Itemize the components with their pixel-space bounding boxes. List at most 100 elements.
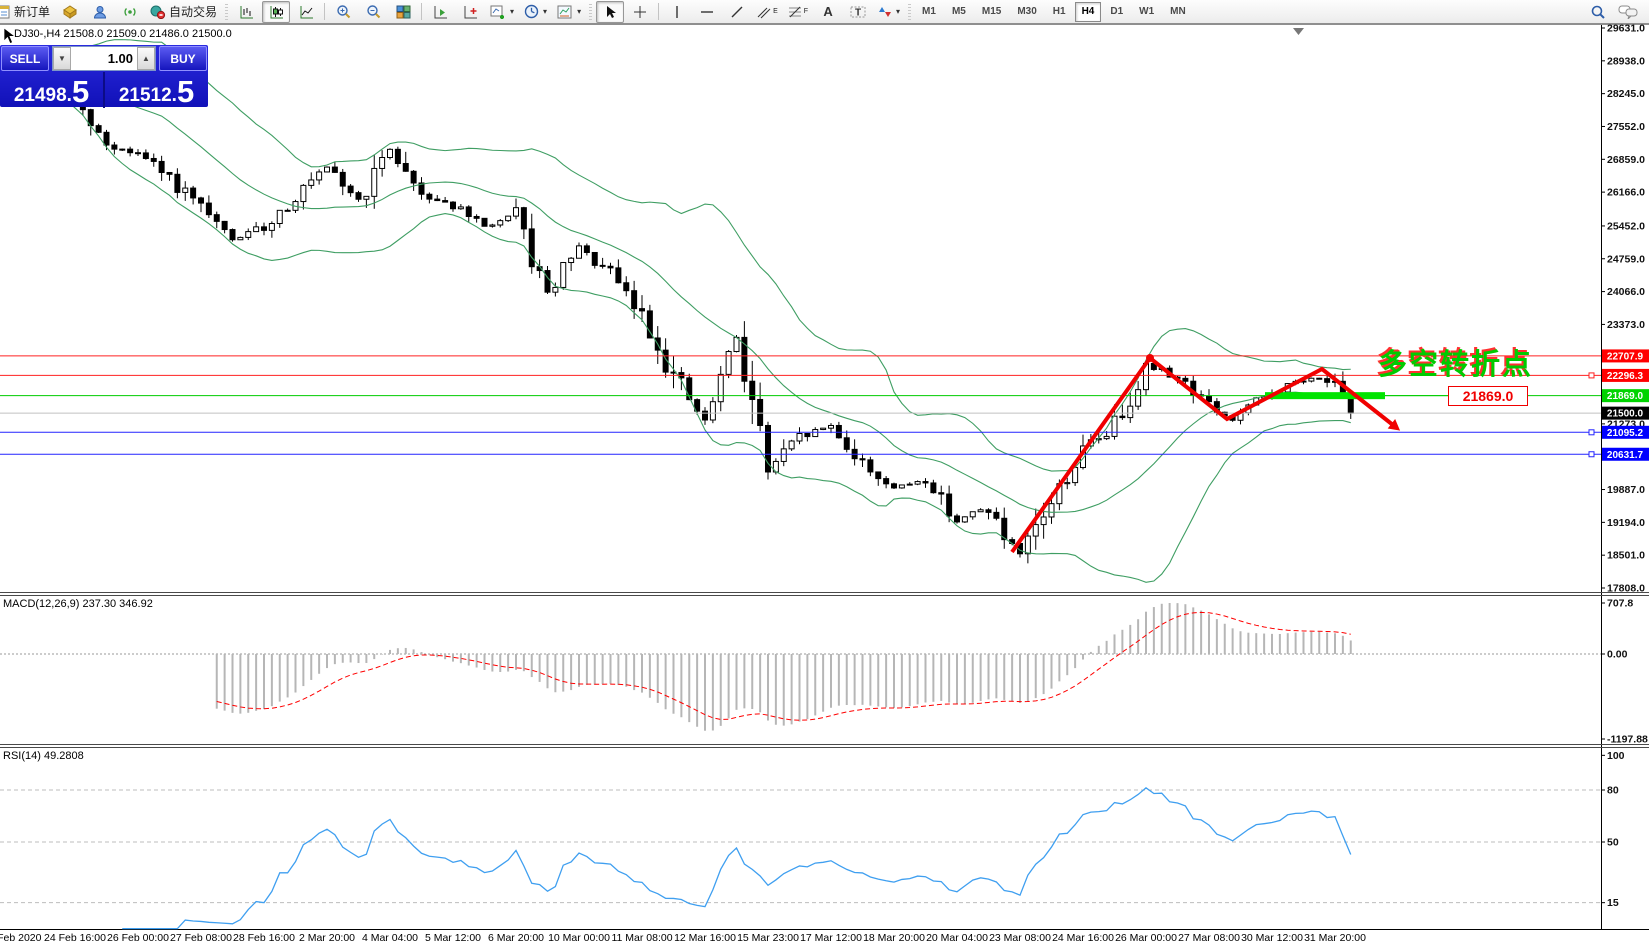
new-chart-button[interactable]: ▾ (486, 1, 518, 23)
rsi-axis-label: 15 (1607, 897, 1619, 909)
new-order-button[interactable]: 新订单 (0, 1, 54, 23)
zoom-out-button[interactable] (359, 1, 387, 23)
scroll-to-end-button[interactable] (426, 1, 454, 23)
candle (482, 218, 487, 226)
chart-symbol-ohlc-label: DJ30-,H4 21508.0 21509.0 21486.0 21500.0 (14, 28, 232, 40)
zigzag-annotation[interactable] (1012, 358, 1393, 552)
bar-chart-button[interactable] (232, 1, 260, 23)
timeframe-d1[interactable]: D1 (1103, 2, 1130, 22)
zoom-in-button[interactable] (329, 1, 357, 23)
time-axis-label: 11 Mar 08:00 (611, 932, 672, 944)
time-axis-label: 23 Mar 08:00 (989, 932, 1051, 944)
signals-icon (122, 5, 138, 19)
accounts-button[interactable] (86, 1, 114, 23)
line-handle[interactable] (1589, 373, 1594, 378)
tile-windows-button[interactable] (389, 1, 417, 23)
vertical-line-button[interactable] (663, 1, 691, 23)
fibonacci-button[interactable]: F (784, 1, 812, 23)
candle (758, 399, 763, 425)
timeframe-m1[interactable]: M1 (915, 2, 943, 22)
chat-button[interactable] (1614, 1, 1642, 23)
toolbar-separator (658, 3, 659, 20)
line-chart-button[interactable] (292, 1, 320, 23)
timeframe-m30[interactable]: M30 (1010, 2, 1043, 22)
candle (710, 402, 715, 420)
candle (1049, 504, 1054, 517)
candle (364, 196, 369, 199)
candle (1033, 525, 1038, 536)
crosshair-button[interactable] (626, 1, 654, 23)
sell-price[interactable]: 21498.5 (0, 72, 105, 108)
time-axis-label: 15 Mar 23:00 (737, 932, 799, 944)
candlestick-chart-button[interactable] (262, 1, 290, 23)
candle (592, 252, 597, 265)
zoom-in-icon (336, 4, 351, 19)
auto-trading-button[interactable]: 自动交易 (146, 1, 221, 23)
candle (868, 460, 873, 472)
candle (159, 161, 164, 172)
timeframe-h4[interactable]: H4 (1075, 2, 1102, 22)
channel-button[interactable]: E (753, 1, 782, 23)
timeframe-mn[interactable]: MN (1163, 2, 1193, 22)
price-tag-label: 20631.7 (1607, 450, 1644, 461)
time-axis-label: 24 Mar 16:00 (1052, 932, 1114, 944)
line-handle[interactable] (1589, 452, 1594, 457)
templates-button[interactable]: ▾ (553, 1, 585, 23)
history-icon (62, 5, 78, 19)
volume-decrease-button[interactable]: ▼ (53, 47, 71, 70)
new-chart-icon (490, 5, 506, 19)
timeframe-m5[interactable]: M5 (945, 2, 973, 22)
candle (899, 485, 904, 488)
chart-shift-button[interactable] (456, 1, 484, 23)
candle (1183, 378, 1188, 381)
candle (994, 512, 999, 518)
volume-increase-button[interactable]: ▲ (137, 47, 155, 70)
candle (380, 158, 385, 169)
periods-button[interactable]: ▾ (520, 1, 551, 23)
candle (143, 153, 148, 159)
candle (96, 126, 101, 133)
text-button[interactable]: A (814, 1, 842, 23)
candle (640, 309, 645, 311)
history-button[interactable] (56, 1, 84, 23)
candle (577, 246, 582, 258)
rsi-axis-label: 80 (1607, 785, 1619, 797)
candle (277, 210, 282, 223)
candle (1120, 416, 1125, 417)
signals-button[interactable] (116, 1, 144, 23)
candle (435, 199, 440, 200)
buy-price[interactable]: 21512.5 (105, 72, 208, 108)
search-button[interactable] (1584, 1, 1612, 23)
time-axis-label: 4 Mar 04:00 (362, 932, 418, 944)
timeframe-m15[interactable]: M15 (975, 2, 1008, 22)
candle (915, 482, 920, 485)
candle (167, 172, 172, 174)
trendline-button[interactable] (723, 1, 751, 23)
cursor-button[interactable] (596, 1, 624, 23)
arrows-button[interactable]: ▾ (874, 1, 904, 23)
arrows-icon (878, 5, 892, 19)
timeframe-w1[interactable]: W1 (1132, 2, 1161, 22)
candlestick-chart-icon (269, 5, 284, 19)
chart-canvas[interactable]: 29631.028938.028245.027552.026859.026166… (0, 0, 1649, 945)
time-axis-label: 26 Mar 00:00 (1115, 932, 1177, 944)
candle (1025, 536, 1030, 554)
line-handle[interactable] (1589, 430, 1594, 435)
horizontal-line-button[interactable] (693, 1, 721, 23)
chevron-down-icon: ▾ (896, 7, 900, 16)
timeframe-h1[interactable]: H1 (1046, 2, 1073, 22)
volume-input[interactable]: 1.00 (71, 47, 137, 70)
candle (569, 258, 574, 262)
candle (1041, 517, 1046, 525)
highlight-segment[interactable] (1265, 392, 1385, 399)
price-tick-label: 24759.0 (1607, 253, 1645, 265)
candle (230, 230, 235, 240)
price-tag-label: 22707.9 (1607, 351, 1644, 362)
buy-button[interactable]: BUY (159, 46, 207, 71)
candle (892, 484, 897, 488)
chart-shift-icon (463, 5, 478, 19)
sell-button[interactable]: SELL (1, 46, 49, 71)
toolbar-grip (225, 4, 228, 20)
candle (1104, 436, 1109, 438)
label-button[interactable]: T (844, 1, 872, 23)
